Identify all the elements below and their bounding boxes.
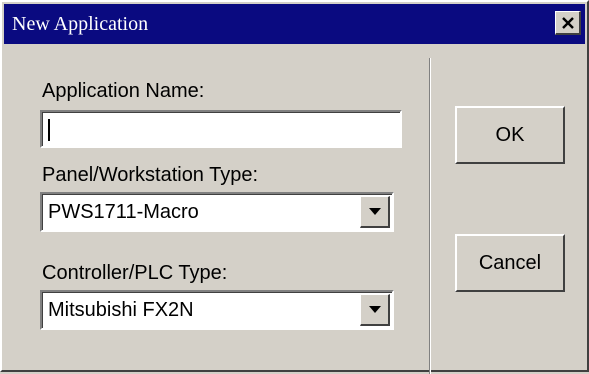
controller-type-dropdown-button[interactable] [360,294,390,326]
window-title: New Application [12,13,149,35]
chevron-down-icon [368,305,381,313]
panel-type-select[interactable]: PWS1711-Macro [40,192,394,232]
title-bar[interactable]: New Application [4,4,585,44]
new-application-dialog: New Application Application Name: Panel/… [0,0,589,374]
panel-type-dropdown-button[interactable] [360,196,390,228]
panel-type-label: Panel/Workstation Type: [42,164,259,186]
close-icon [561,16,574,29]
controller-type-value: Mitsubishi FX2N [48,299,194,321]
application-name-label: Application Name: [42,80,205,102]
vertical-divider [429,58,431,374]
controller-type-label: Controller/PLC Type: [42,262,228,284]
application-name-input[interactable] [40,110,402,148]
ok-button[interactable]: OK [455,106,565,164]
panel-type-value: PWS1711-Macro [48,201,199,223]
close-button[interactable] [555,11,581,35]
cancel-button[interactable]: Cancel [455,234,565,292]
controller-type-select[interactable]: Mitsubishi FX2N [40,290,394,330]
chevron-down-icon [368,207,381,215]
text-caret [48,119,50,141]
